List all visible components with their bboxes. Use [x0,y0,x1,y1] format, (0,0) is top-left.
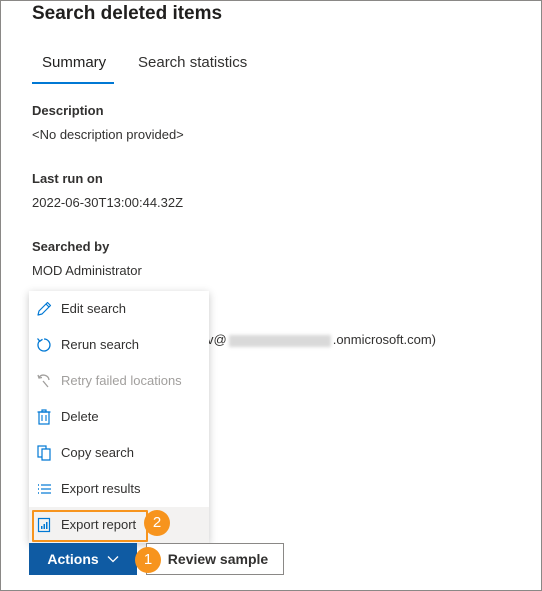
retry-icon [37,374,50,388]
refresh-icon [37,338,51,352]
menu-item-label: Rerun search [61,337,140,352]
description-label: Description [32,103,104,118]
menu-item-rerun-search[interactable]: Rerun search [29,327,209,363]
menu-item-label: Export report [61,517,137,532]
email-suffix: .onmicrosoft.com) [332,332,437,347]
menu-item-label: Delete [61,409,99,424]
menu-item-export-report[interactable]: Export report [29,507,209,543]
review-sample-button[interactable]: Review sample [146,543,284,575]
searched-by-label: Searched by [32,239,110,254]
searched-by-value: MOD Administrator [32,263,142,278]
tab-search-statistics[interactable]: Search statistics [138,51,247,75]
report-icon [37,517,51,533]
last-run-value: 2022-06-30T13:00:44.32Z [32,195,184,210]
email-value: v@ .onmicrosoft.com) [207,331,436,349]
email-prefix: v@ [207,332,227,347]
menu-item-label: Edit search [61,301,127,316]
menu-item-copy-search[interactable]: Copy search [29,435,209,471]
copy-icon [37,445,51,461]
details-panel: Search deleted items Summary Search stat… [0,0,542,591]
step-callout-1: 1 [135,547,161,573]
trash-icon [37,409,51,425]
panel-title: Search deleted items [32,3,223,24]
menu-item-export-results[interactable]: Export results [29,471,209,507]
menu-item-label: Retry failed locations [61,373,182,388]
menu-item-label: Copy search [61,445,134,460]
menu-item-retry-failed-locations: Retry failed locations [29,363,209,399]
actions-menu: Edit search Rerun search Retry failed lo… [29,291,209,543]
review-sample-label: Review sample [167,551,269,567]
list-icon [38,484,51,494]
pencil-icon [37,301,52,316]
description-value: <No description provided> [32,127,184,142]
tab-summary[interactable]: Summary [42,51,106,75]
step-callout-2: 2 [144,510,170,536]
menu-item-delete[interactable]: Delete [29,399,209,435]
redacted-domain [228,334,331,347]
chevron-down-icon [107,556,119,563]
actions-button[interactable]: Actions [29,543,137,575]
actions-button-label: Actions [47,551,99,567]
menu-item-edit-search[interactable]: Edit search [29,291,209,327]
selected-tab-indicator [32,82,114,84]
last-run-label: Last run on [32,171,103,186]
menu-item-label: Export results [61,481,141,496]
